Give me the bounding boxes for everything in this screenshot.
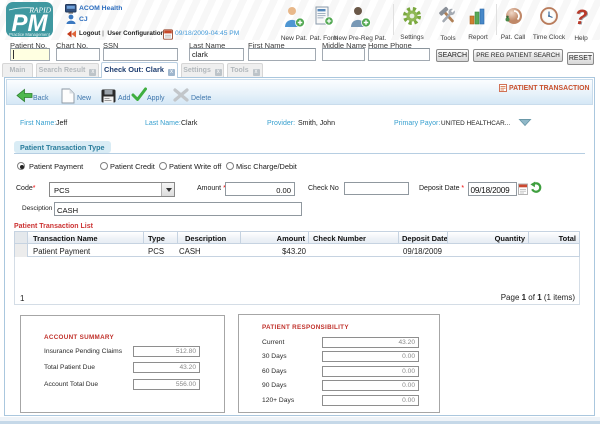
svg-text:Practice Management: Practice Management bbox=[9, 32, 51, 37]
svg-text:?: ? bbox=[575, 6, 588, 28]
